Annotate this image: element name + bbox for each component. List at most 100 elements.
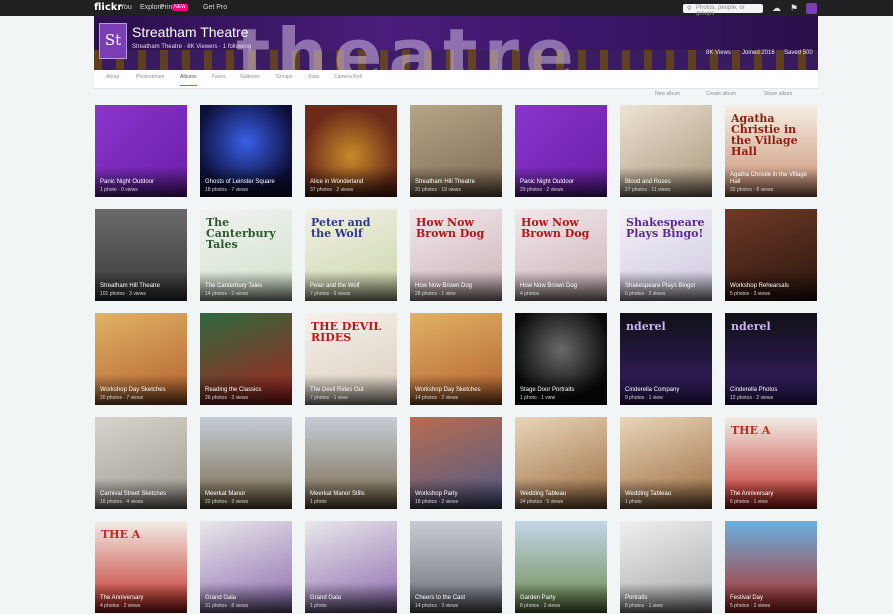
album-title[interactable]: Wedding Tableau [625,491,708,498]
album-tile[interactable]: Peter and the Wolf Peter and the Wolf 7 ph… [305,209,397,301]
album-title[interactable]: The Devil Rides Out [310,387,393,394]
album-title[interactable]: Workshop Day Sketches [415,387,498,394]
album-tile[interactable]: The Canterbury Tales The Canterbury Tales… [200,209,292,301]
album-tile[interactable]: Workshop Day Sketches 14 photos · 2 views [410,313,502,405]
album-tile[interactable]: Workshop Rehearsals 5 photos · 3 views [725,209,817,301]
album-tile[interactable]: Reading the Classics 26 photos · 3 views [200,313,292,405]
album-title[interactable]: Shakespeare Plays Bingo! [625,283,708,290]
album-tile[interactable]: Alice in Wonderland 37 photos · 2 views [305,105,397,197]
album-title[interactable]: The Anniversary [730,491,813,498]
album-title[interactable]: Portraits [625,595,708,602]
album-title[interactable]: Alice in Wonderland [310,179,393,186]
album-caption: Portraits 8 photos · 1 view [620,583,712,613]
album-title[interactable]: Panic Night Outdoor [520,179,603,186]
album-tile[interactable]: Ghosts of Leinster Square 18 photos · 7 v… [200,105,292,197]
album-caption: How Now Brown Dog 28 photos · 1 view [410,271,502,301]
album-title[interactable]: Cinderella Photos [730,387,813,394]
album-tile[interactable]: Carnival Street Sketches 16 photos · 4 vi… [95,417,187,509]
tab-albums[interactable]: Albums [180,74,197,86]
share-album-link[interactable]: Share album [764,91,792,97]
album-caption: Workshop Day Sketches 14 photos · 2 views [410,375,502,405]
nav-link-get-pro[interactable]: Get Pro [203,4,227,11]
notifications-icon[interactable]: ⚑ [790,3,798,14]
album-tile[interactable]: Agatha Christie in the Village Hall Agath… [725,105,817,197]
album-tile[interactable]: Meerkat Manor Stills 1 photo [305,417,397,509]
album-meta: 14 photos · 3 views [415,603,459,609]
album-title[interactable]: Carnival Street Sketches [100,491,183,498]
tab-galleries[interactable]: Galleries [240,74,260,80]
album-tile[interactable]: Garden Party 8 photos · 2 views [515,521,607,613]
album-title[interactable]: Streatham Hill Theatre [415,179,498,186]
album-title[interactable]: Festival Day [730,595,813,602]
album-title[interactable]: The Canterbury Tales [205,283,288,290]
album-tile[interactable]: nderel Cinderella Company 9 photos · 1 vie… [620,313,712,405]
album-cover-text: Peter and the Wolf [311,216,371,240]
create-album-link[interactable]: Create album [706,91,736,97]
album-title[interactable]: Streatham Hill Theatre [100,283,183,290]
album-tile[interactable]: Grand Gala 1 photo [305,521,397,613]
album-tile[interactable]: Meerkat Manor 22 photos · 3 views [200,417,292,509]
album-title[interactable]: Cheers to the Cast [415,595,498,602]
album-title[interactable]: Reading the Classics [205,387,288,394]
album-title[interactable]: Stage Door Portraits [520,387,603,394]
album-title[interactable]: Workshop Day Sketches [100,387,183,394]
user-avatar[interactable] [806,3,817,14]
album-meta: 1 photo [625,499,642,505]
album-tile[interactable]: Streatham Hill Theatre 101 photos · 3 vie… [95,209,187,301]
album-title[interactable]: Cinderella Company [625,387,708,394]
album-tile[interactable]: THE DEVIL RIDES The Devil Rides Out 7 phot… [305,313,397,405]
album-caption: Workshop Party 18 photos · 2 views [410,479,502,509]
search-input[interactable]: ⚲ Photos, people, or groups [683,4,763,17]
album-cover-text: Agatha Christie in the Village Hall [731,112,798,158]
album-title[interactable]: Blood and Roses [625,179,708,186]
tab-faves[interactable]: Faves [212,74,226,80]
album-title[interactable]: How Now Brown Dog [520,283,603,290]
album-title[interactable]: Ghosts of Leinster Square [205,179,288,186]
album-tile[interactable]: Grand Gala 31 photos · 8 views [200,521,292,613]
upload-icon[interactable]: ☁ [772,3,781,14]
album-tile[interactable]: How Now Brown Dog How Now Brown Dog 28 pho… [410,209,502,301]
album-title[interactable]: The Anniversary [100,595,183,602]
album-title[interactable]: Agatha Christie in the Village Hall [730,172,813,186]
tab-stats[interactable]: Stats [308,74,319,80]
album-tile[interactable]: Panic Night Outdoor 1 photo · 0 views [95,105,187,197]
album-title[interactable]: Wedding Tableau [520,491,603,498]
new-badge: NEW [172,4,188,11]
album-caption: Peter and the Wolf 7 photos · 6 views [305,271,397,301]
tab-groups[interactable]: Groups [276,74,292,80]
album-tile[interactable]: How Now Brown Dog How Now Brown Dog 4 phot… [515,209,607,301]
album-tile[interactable]: nderel Cinderella Photos 12 photos · 2 vie… [725,313,817,405]
album-title[interactable]: Garden Party [520,595,603,602]
album-tile[interactable]: Panic Night Outdoor 29 photos · 2 views [515,105,607,197]
album-tile[interactable]: THE A The Anniversary 4 photos · 2 views [95,521,187,613]
album-title[interactable]: How Now Brown Dog [415,283,498,290]
album-tile[interactable]: THE A The Anniversary 6 photos · 1 view [725,417,817,509]
album-tile[interactable]: Streatham Hill Theatre 31 photos · 19 vie… [410,105,502,197]
album-tile[interactable]: Wedding Tableau 1 photo [620,417,712,509]
album-meta: 4 photos [520,291,540,297]
album-title[interactable]: Panic Night Outdoor [100,179,183,186]
album-title[interactable]: Workshop Rehearsals [730,283,813,290]
album-tile[interactable]: Shakespeare Plays Bingo! Shakespeare Play… [620,209,712,301]
album-title[interactable]: Peter and the Wolf [310,283,393,290]
album-tile[interactable]: Wedding Tableau 24 photos · 5 views [515,417,607,509]
album-tile[interactable]: Stage Door Portraits 1 photo · 1 view [515,313,607,405]
album-tile[interactable]: Workshop Day Sketches 20 photos · 7 views [95,313,187,405]
album-title[interactable]: Grand Gala [310,595,393,602]
tab-about[interactable]: About [106,74,119,80]
album-title[interactable]: Meerkat Manor [205,491,288,498]
album-tile[interactable]: Workshop Party 18 photos · 2 views [410,417,502,509]
tab-photostream[interactable]: Photostream [136,74,164,80]
new-album-link[interactable]: New album [655,91,680,97]
tab-camera-roll[interactable]: Camera Roll [334,74,362,80]
flickr-logo[interactable]: flickr [94,2,122,13]
album-tile[interactable]: Blood and Roses 27 photos · 11 views [620,105,712,197]
nav-link-you[interactable]: You [120,4,132,11]
album-title[interactable]: Meerkat Manor Stills [310,491,393,498]
album-tile[interactable]: Portraits 8 photos · 1 view [620,521,712,613]
album-title[interactable]: Workshop Party [415,491,498,498]
album-tile[interactable]: Cheers to the Cast 14 photos · 3 views [410,521,502,613]
group-logo[interactable]: St [99,23,127,59]
album-tile[interactable]: Festival Day 5 photos · 2 views [725,521,817,613]
album-title[interactable]: Grand Gala [205,595,288,602]
